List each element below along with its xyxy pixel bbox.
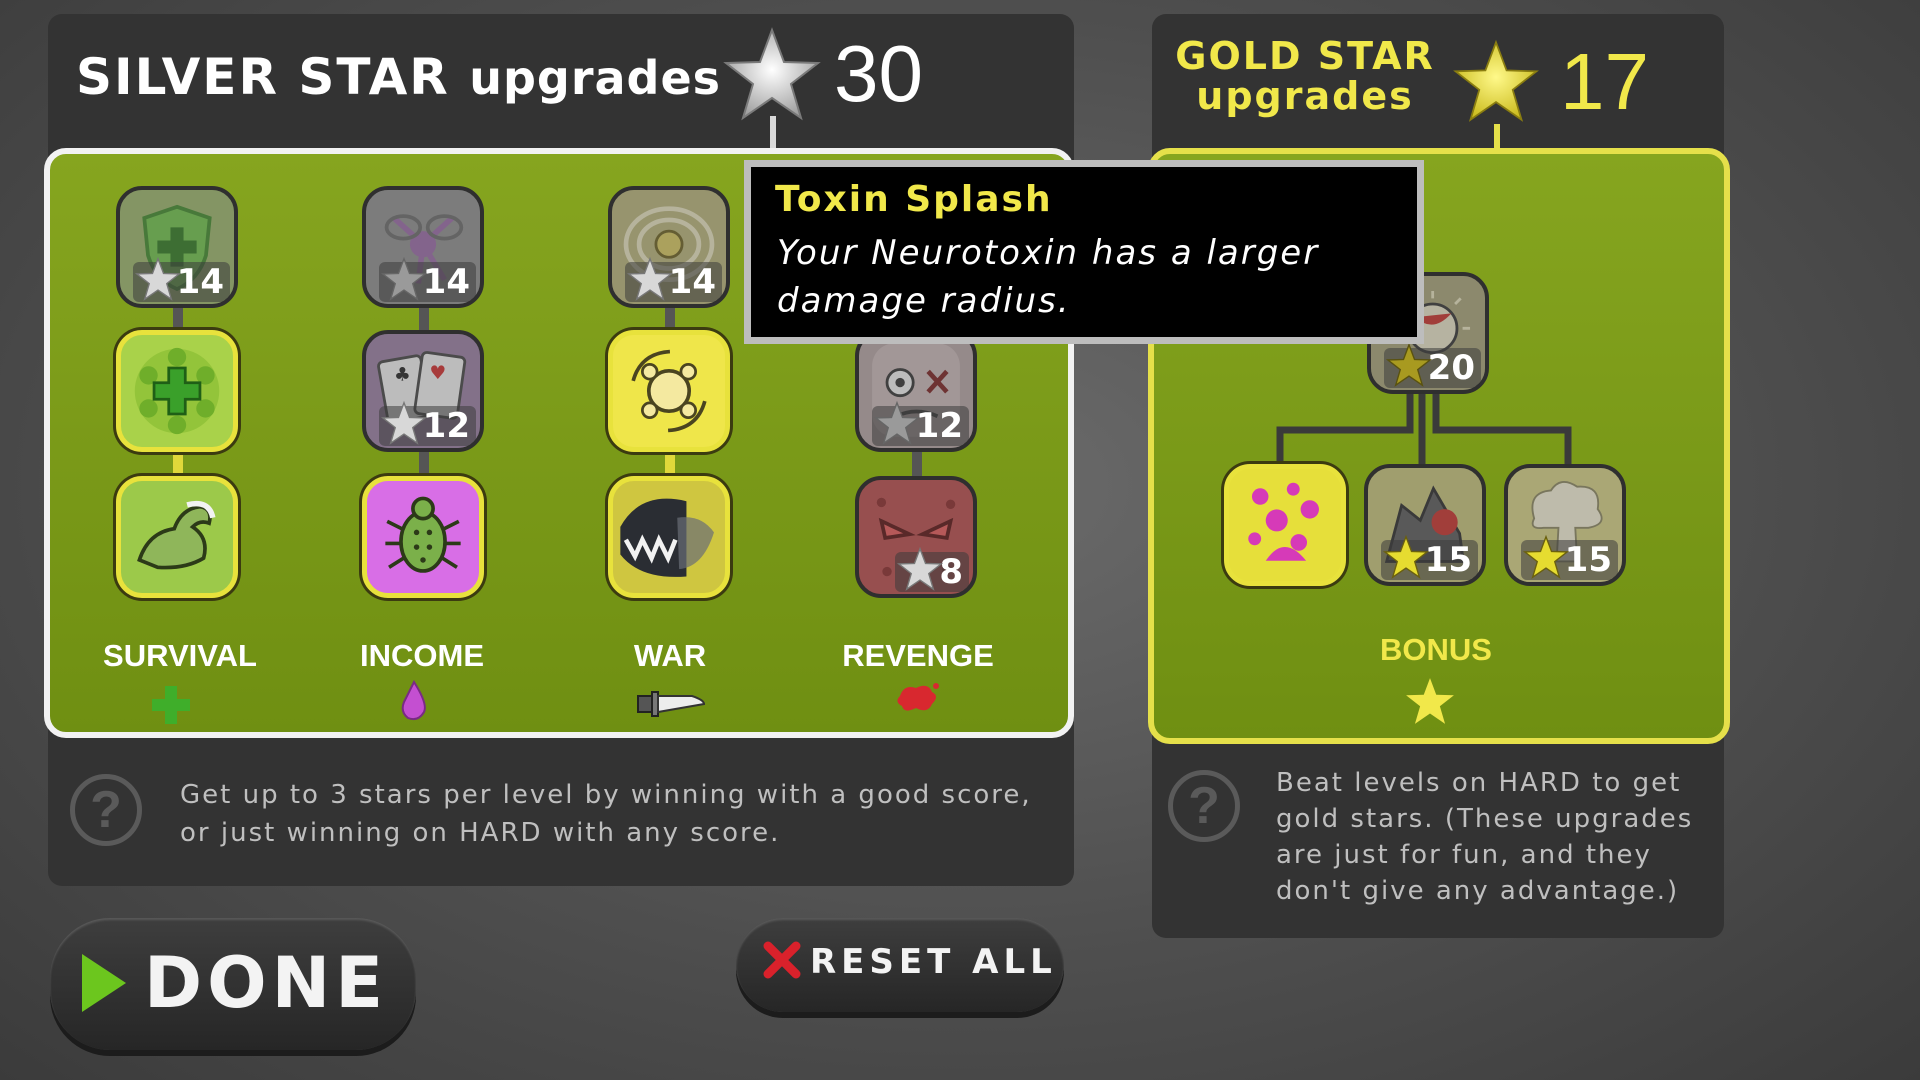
upgrade-tile[interactable]: 14 bbox=[116, 186, 238, 308]
upgrade-tile[interactable]: 15 bbox=[1364, 464, 1486, 586]
cell-plus-icon bbox=[134, 347, 220, 435]
cost-value: 12 bbox=[422, 406, 470, 446]
upgrade-tile[interactable] bbox=[362, 476, 484, 598]
upgrade-tile[interactable] bbox=[1224, 464, 1346, 586]
done-button[interactable]: DONE bbox=[50, 918, 416, 1050]
silver-connector bbox=[770, 116, 776, 150]
silver-title-sub: upgrades bbox=[469, 51, 722, 105]
silver-title-main: SILVER STAR bbox=[76, 48, 450, 106]
reset-all-label: RESET ALL bbox=[810, 942, 1057, 982]
cost-badge: 12 bbox=[378, 400, 476, 446]
category-survival-label: SURVIVAL bbox=[103, 638, 257, 673]
gold-star-icon bbox=[1385, 342, 1432, 387]
category-revenge-label: REVENGE bbox=[842, 638, 994, 673]
category-income-label: INCOME bbox=[360, 638, 484, 673]
cost-value: 20 bbox=[1427, 348, 1475, 388]
plus-icon bbox=[152, 686, 190, 724]
upgrade-tile[interactable]: 14 bbox=[362, 186, 484, 308]
upgrade-tile[interactable]: 8 bbox=[855, 476, 977, 598]
cost-value: 12 bbox=[915, 406, 963, 446]
gold-star-icon bbox=[1406, 678, 1454, 724]
silver-star-icon bbox=[380, 400, 427, 445]
cost-badge: 14 bbox=[378, 256, 476, 302]
tooltip-title: Toxin Splash bbox=[775, 179, 1053, 220]
upgrade-tile[interactable] bbox=[608, 330, 730, 452]
cost-value: 14 bbox=[176, 262, 224, 302]
done-label: DONE bbox=[144, 942, 389, 1024]
cost-badge: 14 bbox=[132, 256, 230, 302]
silver-star-icon bbox=[873, 400, 920, 445]
teeth-icon bbox=[620, 498, 714, 577]
cost-value: 14 bbox=[422, 262, 470, 302]
silver-title: SILVER STAR upgrades bbox=[76, 48, 721, 106]
drop-icon bbox=[401, 680, 426, 721]
cost-value: 15 bbox=[1564, 540, 1612, 580]
cost-badge: 8 bbox=[895, 546, 969, 592]
upgrade-tile[interactable]: ♣ ♥ 12 bbox=[362, 330, 484, 452]
category-bonus-label: BONUS bbox=[1380, 632, 1492, 667]
silver-help-icon[interactable]: ? bbox=[70, 774, 142, 846]
gold-tree-lines bbox=[1276, 390, 1572, 470]
silver-star-icon bbox=[380, 256, 427, 301]
cost-badge: 20 bbox=[1383, 342, 1481, 388]
muscle-arm-icon bbox=[137, 500, 216, 570]
splat-icon bbox=[897, 683, 939, 711]
cost-badge: 14 bbox=[624, 256, 722, 302]
paint-splatter-icon bbox=[1248, 482, 1319, 561]
upgrade-tile[interactable]: 14 bbox=[608, 186, 730, 308]
cost-value: 15 bbox=[1424, 540, 1472, 580]
red-x-icon bbox=[763, 941, 801, 979]
silver-help-text: Get up to 3 stars per level by winning w… bbox=[180, 780, 1032, 848]
silver-star-count: 30 bbox=[834, 29, 923, 118]
gold-title: GOLD STAR upgrades bbox=[1160, 36, 1450, 116]
gold-star-icon bbox=[1453, 39, 1539, 122]
upgrade-tile[interactable] bbox=[608, 476, 730, 598]
virus-cycle-icon bbox=[631, 349, 707, 433]
cost-badge: 12 bbox=[871, 400, 969, 446]
upgrade-tile[interactable] bbox=[116, 330, 238, 452]
upgrade-tile[interactable] bbox=[116, 476, 238, 598]
gold-title-sub: upgrades bbox=[1196, 74, 1414, 118]
gold-title-main: GOLD STAR bbox=[1175, 34, 1435, 78]
cost-badge: 15 bbox=[1380, 534, 1478, 580]
cost-value: 14 bbox=[668, 262, 716, 302]
gold-star-count: 17 bbox=[1560, 37, 1649, 126]
gold-star-icon bbox=[1382, 534, 1429, 579]
gold-help-icon[interactable]: ? bbox=[1168, 770, 1240, 842]
category-war-label: WAR bbox=[633, 638, 707, 673]
svg-text:♣: ♣ bbox=[394, 365, 411, 386]
silver-star-icon bbox=[723, 27, 821, 121]
gold-star-icon bbox=[1522, 534, 1569, 579]
gold-help-text: Beat levels on HARD to get gold stars. (… bbox=[1276, 768, 1694, 906]
upgrade-tile[interactable]: 15 bbox=[1504, 464, 1626, 586]
knife-icon bbox=[637, 691, 706, 717]
bug-icon bbox=[385, 496, 461, 573]
play-arrow-icon bbox=[82, 954, 126, 1012]
gold-connector bbox=[1494, 124, 1500, 150]
tooltip-description: Your Neurotoxin has a larger damage radi… bbox=[777, 233, 1320, 321]
silver-star-icon bbox=[134, 256, 181, 301]
upgrade-tile[interactable]: 12 bbox=[855, 330, 977, 452]
svg-text:♥: ♥ bbox=[430, 363, 447, 384]
silver-star-icon bbox=[897, 546, 944, 591]
upgrade-tooltip: Toxin Splash Your Neurotoxin has a large… bbox=[744, 160, 1424, 344]
silver-star-icon bbox=[626, 256, 673, 301]
cost-badge: 15 bbox=[1520, 534, 1618, 580]
reset-all-button[interactable]: RESET ALL bbox=[736, 918, 1064, 1012]
